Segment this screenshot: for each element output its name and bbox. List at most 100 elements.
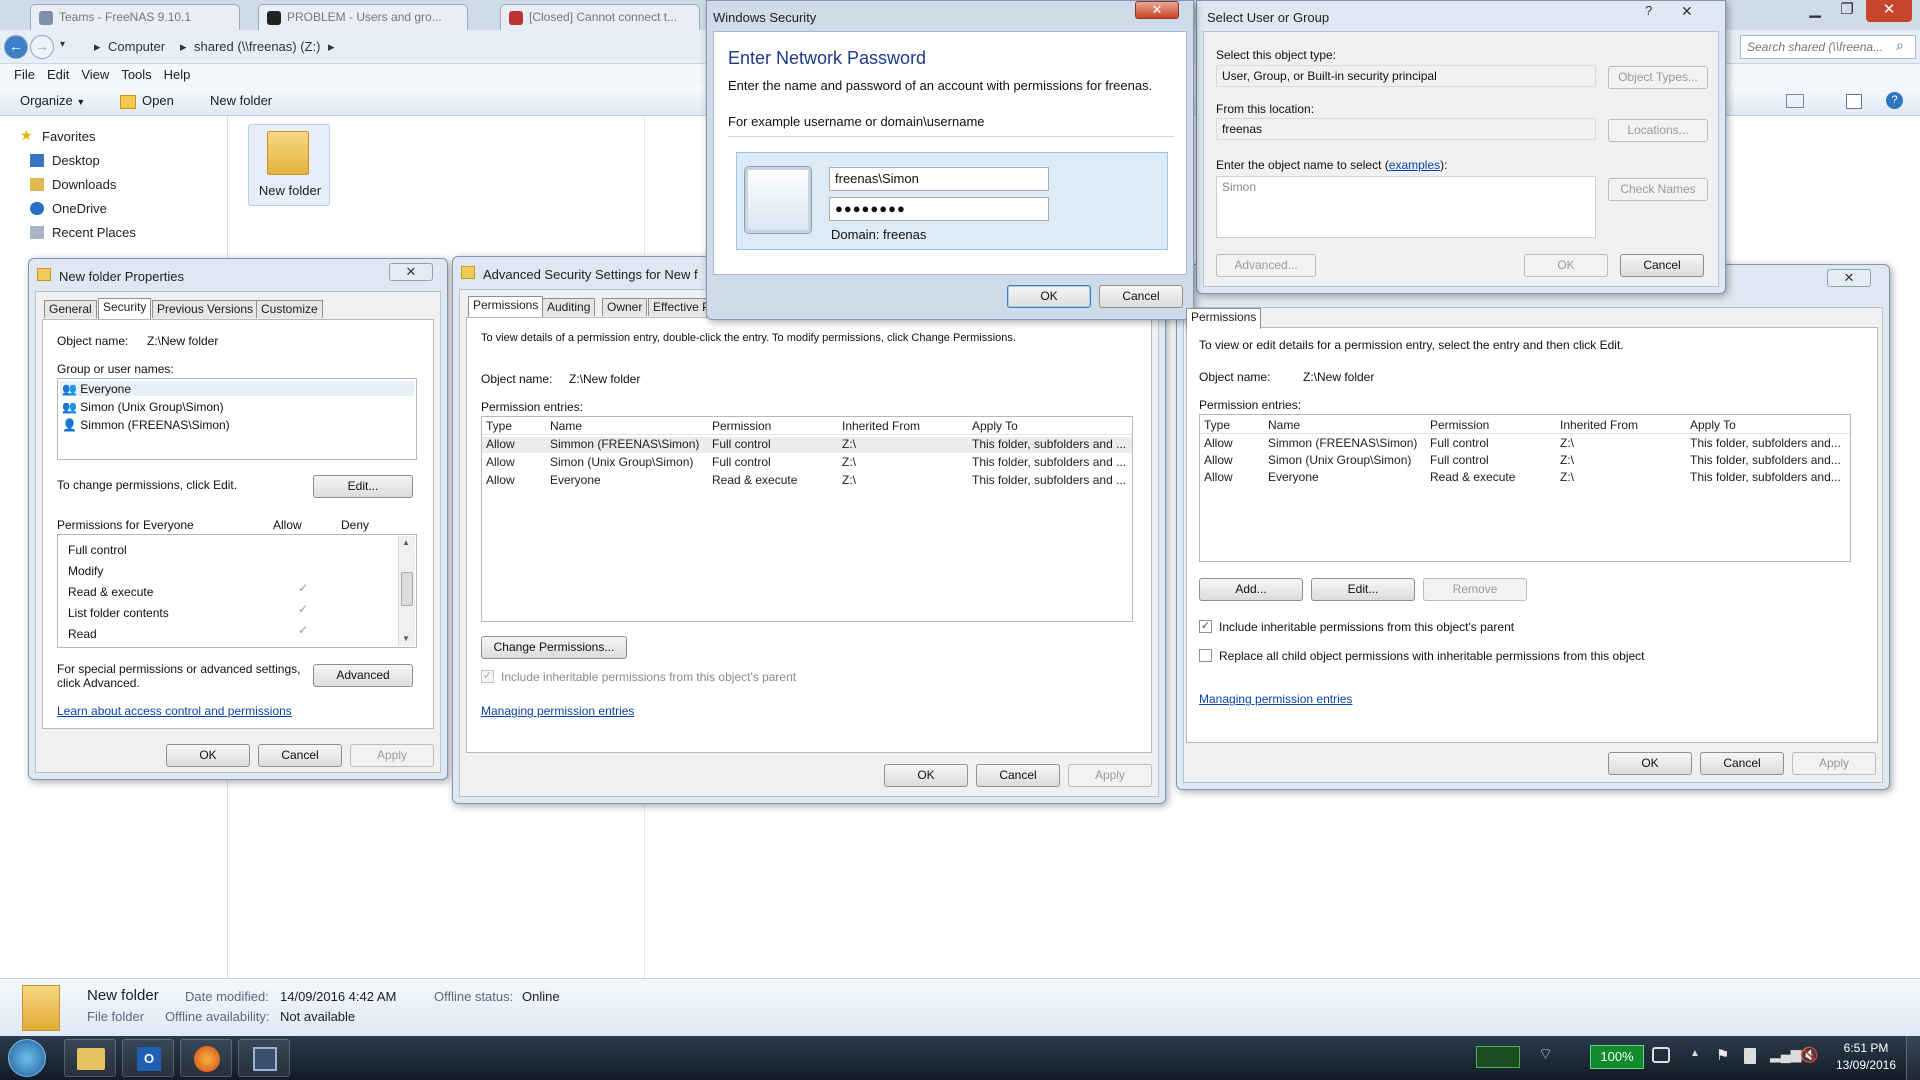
- forward-button[interactable]: →: [30, 35, 54, 59]
- apply-button[interactable]: Apply: [1068, 764, 1152, 787]
- column-header[interactable]: Type: [486, 419, 512, 433]
- battery-icon[interactable]: [1744, 1048, 1756, 1064]
- object-name-textarea[interactable]: Simon: [1216, 176, 1596, 238]
- managing-permission-entries-link[interactable]: Managing permission entries: [481, 704, 634, 718]
- managing-permission-entries-link[interactable]: Managing permission entries: [1199, 692, 1352, 706]
- column-header[interactable]: Inherited From: [842, 419, 920, 433]
- remove-button[interactable]: Remove: [1423, 578, 1527, 601]
- add-button[interactable]: Add...: [1199, 578, 1303, 601]
- tab-security[interactable]: Security: [98, 298, 152, 319]
- ok-button[interactable]: OK: [1524, 254, 1608, 277]
- column-header[interactable]: Apply To: [1690, 418, 1736, 432]
- tab-permissions[interactable]: Permissions: [1186, 308, 1262, 329]
- change-permissions-button[interactable]: Change Permissions...: [481, 636, 627, 659]
- ok-button[interactable]: OK: [1608, 752, 1692, 775]
- advanced-button[interactable]: Advanced: [313, 664, 413, 687]
- menu-edit[interactable]: Edit: [41, 64, 75, 85]
- taskbar-firefox[interactable]: [180, 1039, 232, 1077]
- column-header[interactable]: Permission: [712, 419, 771, 433]
- table-row[interactable]: Allow Simon (Unix Group\Simon) Full cont…: [482, 455, 1132, 471]
- view-options-icon[interactable]: [1786, 94, 1804, 108]
- tab-general[interactable]: General: [44, 300, 97, 318]
- clock[interactable]: 6:51 PM 13/09/2016: [1834, 1041, 1898, 1072]
- advanced-button[interactable]: Advanced...: [1216, 254, 1316, 277]
- include-inheritable-checkbox[interactable]: ✓: [1199, 620, 1212, 633]
- wireless-icon[interactable]: ⌔: [1538, 1044, 1553, 1064]
- scrollbar[interactable]: ▲ ▼: [398, 536, 415, 646]
- signal-strength-icon[interactable]: ▂▄▆: [1770, 1046, 1801, 1063]
- edit-button[interactable]: Edit...: [313, 475, 413, 498]
- scroll-up-icon[interactable]: ▲: [402, 538, 410, 547]
- apply-button[interactable]: Apply: [350, 744, 434, 767]
- close-button[interactable]: ✕: [389, 263, 433, 281]
- scrollbar-thumb[interactable]: [401, 572, 413, 606]
- cancel-button[interactable]: Cancel: [1700, 752, 1784, 775]
- menu-tools[interactable]: Tools: [115, 64, 157, 85]
- apply-button[interactable]: Apply: [1792, 752, 1876, 775]
- menu-file[interactable]: File: [8, 64, 41, 85]
- taskbar-outlook[interactable]: O: [122, 1039, 174, 1077]
- ok-button[interactable]: OK: [166, 744, 250, 767]
- tab-previous-versions[interactable]: Previous Versions: [152, 300, 259, 318]
- column-header[interactable]: Type: [1204, 418, 1230, 432]
- back-button[interactable]: ←: [4, 35, 28, 59]
- table-row[interactable]: Allow Everyone Read & execute Z:\ This f…: [482, 473, 1132, 489]
- column-header[interactable]: Name: [550, 419, 582, 433]
- menu-view[interactable]: View: [75, 64, 115, 85]
- folder-item-selected[interactable]: New folder: [248, 124, 330, 206]
- volume-muted-icon[interactable]: 🔇: [1800, 1046, 1819, 1064]
- browser-tab[interactable]: [Closed] Cannot connect t...: [500, 4, 700, 30]
- column-header[interactable]: Inherited From: [1560, 418, 1638, 432]
- check-names-button[interactable]: Check Names: [1608, 178, 1708, 201]
- taskbar-explorer[interactable]: [64, 1039, 116, 1077]
- zoom-indicator[interactable]: 100%: [1590, 1045, 1644, 1069]
- nav-favorites[interactable]: ★ Favorites: [20, 128, 95, 144]
- help-button[interactable]: ?: [1645, 3, 1652, 18]
- nav-downloads[interactable]: Downloads: [30, 177, 116, 192]
- breadcrumb-computer[interactable]: Computer: [108, 39, 165, 54]
- cancel-button[interactable]: Cancel: [1620, 254, 1704, 277]
- browser-tab[interactable]: PROBLEM - Users and gro...: [258, 4, 468, 30]
- username-input[interactable]: freenas\Simon: [829, 167, 1049, 191]
- nav-desktop[interactable]: Desktop: [30, 153, 100, 168]
- table-row[interactable]: Allow Simon (Unix Group\Simon) Full cont…: [1200, 453, 1850, 469]
- ok-button[interactable]: OK: [884, 764, 968, 787]
- list-item[interactable]: 👥 Everyone: [62, 382, 131, 396]
- object-types-button[interactable]: Object Types...: [1608, 66, 1708, 89]
- cancel-button[interactable]: Cancel: [976, 764, 1060, 787]
- chevron-down-icon[interactable]: ▾: [60, 39, 65, 50]
- include-inheritable-checkbox[interactable]: ✓: [481, 670, 494, 683]
- new-folder-button[interactable]: New folder: [210, 93, 272, 108]
- tab-owner[interactable]: Owner: [602, 298, 648, 316]
- password-input[interactable]: ●●●●●●●●: [829, 197, 1049, 221]
- column-header[interactable]: Name: [1268, 418, 1300, 432]
- search-input[interactable]: Search shared (\\freena...: [1740, 35, 1916, 59]
- tab-auditing[interactable]: Auditing: [542, 298, 596, 316]
- learn-access-control-link[interactable]: Learn about access control and permissio…: [57, 704, 292, 718]
- open-button[interactable]: Open: [142, 93, 174, 108]
- device-icon[interactable]: [1652, 1047, 1670, 1063]
- locations-button[interactable]: Locations...: [1608, 119, 1708, 142]
- tab-customize[interactable]: Customize: [256, 300, 323, 318]
- browser-tab[interactable]: Teams - FreeNAS 9.10.1: [30, 4, 240, 30]
- help-icon[interactable]: ?: [1886, 92, 1903, 109]
- organize-button[interactable]: Organize ▼: [20, 93, 85, 108]
- replace-child-permissions-checkbox[interactable]: [1199, 649, 1212, 662]
- column-header[interactable]: Apply To: [972, 419, 1018, 433]
- show-desktop-button[interactable]: [1906, 1036, 1920, 1080]
- show-hidden-icons[interactable]: ▲: [1690, 1048, 1700, 1059]
- table-row[interactable]: Allow Simmon (FREENAS\Simon) Full contro…: [482, 437, 1132, 453]
- close-button[interactable]: ✕: [1827, 269, 1871, 287]
- table-row[interactable]: Allow Everyone Read & execute Z:\ This f…: [1200, 470, 1850, 486]
- start-button[interactable]: [8, 1039, 46, 1077]
- action-center-flag-icon[interactable]: ⚑: [1716, 1046, 1729, 1064]
- table-row[interactable]: Allow Simmon (FREENAS\Simon) Full contro…: [1200, 436, 1850, 452]
- tab-permissions[interactable]: Permissions: [468, 296, 544, 317]
- cancel-button[interactable]: Cancel: [1099, 285, 1183, 308]
- breadcrumb-share[interactable]: shared (\\freenas) (Z:): [194, 39, 320, 54]
- ok-button[interactable]: OK: [1007, 285, 1091, 308]
- menu-help[interactable]: Help: [158, 64, 197, 85]
- network-meter-icon[interactable]: [1476, 1046, 1520, 1068]
- column-header[interactable]: Permission: [1430, 418, 1489, 432]
- scroll-down-icon[interactable]: ▼: [402, 634, 410, 643]
